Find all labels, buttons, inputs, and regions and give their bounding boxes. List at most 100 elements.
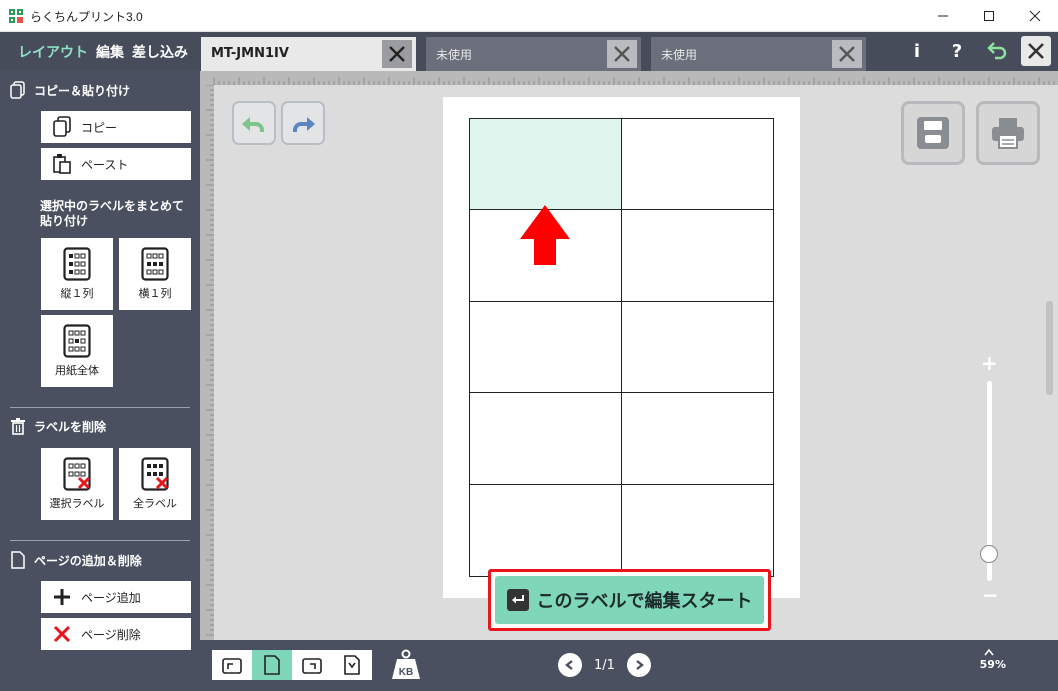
portrait-page-icon <box>264 655 280 675</box>
undo-icon <box>242 117 264 132</box>
orientation-rotate-down[interactable] <box>332 650 372 680</box>
start-editing-button[interactable]: このラベルで編集スタート <box>495 576 764 624</box>
zoom-slider-handle[interactable] <box>980 545 998 563</box>
orientation-portrait[interactable] <box>252 650 292 680</box>
ruler-top <box>200 71 1058 85</box>
tab-label: MT-JMN1IV <box>211 46 289 61</box>
label-grid <box>469 118 774 577</box>
window-title: らくちんプリント3.0 <box>30 10 143 24</box>
label-cell[interactable] <box>470 301 622 394</box>
x-icon <box>389 46 405 62</box>
zoom-out-button[interactable]: − <box>982 583 999 607</box>
section-heading: ページの追加＆削除 <box>34 553 142 568</box>
x-icon <box>614 46 630 62</box>
label-cell[interactable] <box>621 302 773 394</box>
return-icon <box>987 42 1007 60</box>
tab-label: 未使用 <box>436 48 473 62</box>
start-button-highlight: このラベルで編集スタート <box>488 569 771 631</box>
copy-label: コピー <box>81 120 118 135</box>
kb-label: KB <box>399 667 413 678</box>
close-app-button[interactable] <box>1021 36 1051 66</box>
delete-all-labels-tile[interactable]: 全ラベル <box>119 448 191 520</box>
weight-kb-icon[interactable]: KB <box>390 648 422 682</box>
mode-switcher: レイアウト 編集 差し込み <box>18 42 188 62</box>
plus-icon <box>54 589 70 605</box>
save-icon <box>917 117 949 149</box>
label-cell[interactable] <box>470 484 622 576</box>
orientation-rotate-right[interactable] <box>292 650 332 680</box>
x-icon <box>839 46 855 62</box>
delete-all-icon <box>141 457 169 491</box>
label-cell[interactable] <box>621 210 773 302</box>
divider <box>10 540 190 541</box>
tab-unused-1[interactable]: 未使用 <box>426 37 641 71</box>
paste-horizontal-row-tile[interactable]: 横１列 <box>119 238 191 310</box>
tile-label: 用紙全体 <box>55 364 99 377</box>
tile-label: 縦１列 <box>60 287 94 300</box>
maximize-button[interactable] <box>966 0 1012 32</box>
paste-label: ペースト <box>81 157 129 172</box>
orientation-rotate-left[interactable] <box>212 650 252 680</box>
label-cell[interactable] <box>622 485 774 576</box>
paste-whole-sheet-tile[interactable]: 用紙全体 <box>41 315 113 387</box>
label-cell[interactable] <box>621 119 773 211</box>
x-icon <box>1028 43 1044 59</box>
zoom-level: 59% <box>979 658 1006 671</box>
ruler-left <box>200 85 214 640</box>
copy-icon <box>10 81 25 99</box>
orientation-selector <box>212 650 372 680</box>
rotate-down-page-icon <box>344 655 360 675</box>
bottom-bar: KB 1/1 59% <box>200 640 1058 691</box>
app-icon <box>9 9 23 23</box>
tab-unused-2[interactable]: 未使用 <box>651 37 866 71</box>
tile-label: 全ラベル <box>133 497 177 510</box>
app-window: らくちんプリント3.0 レイアウト 編集 差し込み MT-JMN1IV 未使用 <box>0 0 1058 691</box>
tab-close-button[interactable] <box>832 40 862 68</box>
mode-edit[interactable]: 編集 <box>96 42 124 62</box>
label-cell[interactable] <box>470 119 622 211</box>
delete-selected-icon <box>63 457 91 491</box>
section-copy-paste: コピー＆貼り付け <box>10 81 130 99</box>
save-button[interactable] <box>901 101 965 165</box>
paste-vertical-column-tile[interactable]: 縦１列 <box>41 238 113 310</box>
close-window-button[interactable] <box>1012 0 1058 32</box>
rotate-right-page-icon <box>302 658 322 674</box>
zoom-up-icon[interactable] <box>984 648 994 656</box>
section-delete: ラベルを削除 <box>10 417 106 435</box>
prev-page-button[interactable] <box>558 653 582 677</box>
label-cell[interactable] <box>470 393 622 485</box>
label-sheet-icon <box>63 247 91 281</box>
vertical-scrollbar[interactable] <box>1046 301 1053 395</box>
mode-merge[interactable]: 差し込み <box>132 42 188 62</box>
add-page-button[interactable]: ページ追加 <box>41 581 191 613</box>
paste-button[interactable]: ペースト <box>41 148 191 180</box>
label-sheet-icon <box>63 324 91 358</box>
back-button[interactable] <box>984 36 1010 66</box>
delete-page-label: ページ削除 <box>81 627 141 642</box>
help-button[interactable]: ? <box>946 36 968 66</box>
delete-page-button[interactable]: ページ削除 <box>41 618 191 650</box>
print-button[interactable] <box>976 101 1040 165</box>
copy-icon <box>53 116 71 137</box>
bulk-paste-heading: 選択中のラベルをまとめて 貼り付け <box>40 199 185 228</box>
trash-icon <box>11 418 25 435</box>
minimize-button[interactable] <box>920 0 966 32</box>
tab-mt-jmn1iv[interactable]: MT-JMN1IV <box>201 37 416 71</box>
section-heading: ラベルを削除 <box>34 419 107 434</box>
undo-button[interactable] <box>232 101 276 145</box>
print-icon <box>992 118 1024 149</box>
next-icon <box>636 660 644 670</box>
canvas-area[interactable]: このラベルで編集スタート + − <box>200 71 1058 640</box>
zoom-in-button[interactable]: + <box>981 351 998 375</box>
arrow-up-icon <box>520 205 570 265</box>
label-cell[interactable] <box>621 393 773 485</box>
tab-close-button[interactable] <box>382 40 412 68</box>
tab-close-button[interactable] <box>607 40 637 68</box>
redo-button[interactable] <box>281 101 325 145</box>
info-button[interactable]: i <box>906 36 928 66</box>
mode-layout[interactable]: レイアウト <box>18 42 88 62</box>
delete-selected-label-tile[interactable]: 選択ラベル <box>41 448 113 520</box>
copy-button[interactable]: コピー <box>41 111 191 143</box>
next-page-button[interactable] <box>626 653 651 677</box>
page-icon <box>11 551 25 569</box>
